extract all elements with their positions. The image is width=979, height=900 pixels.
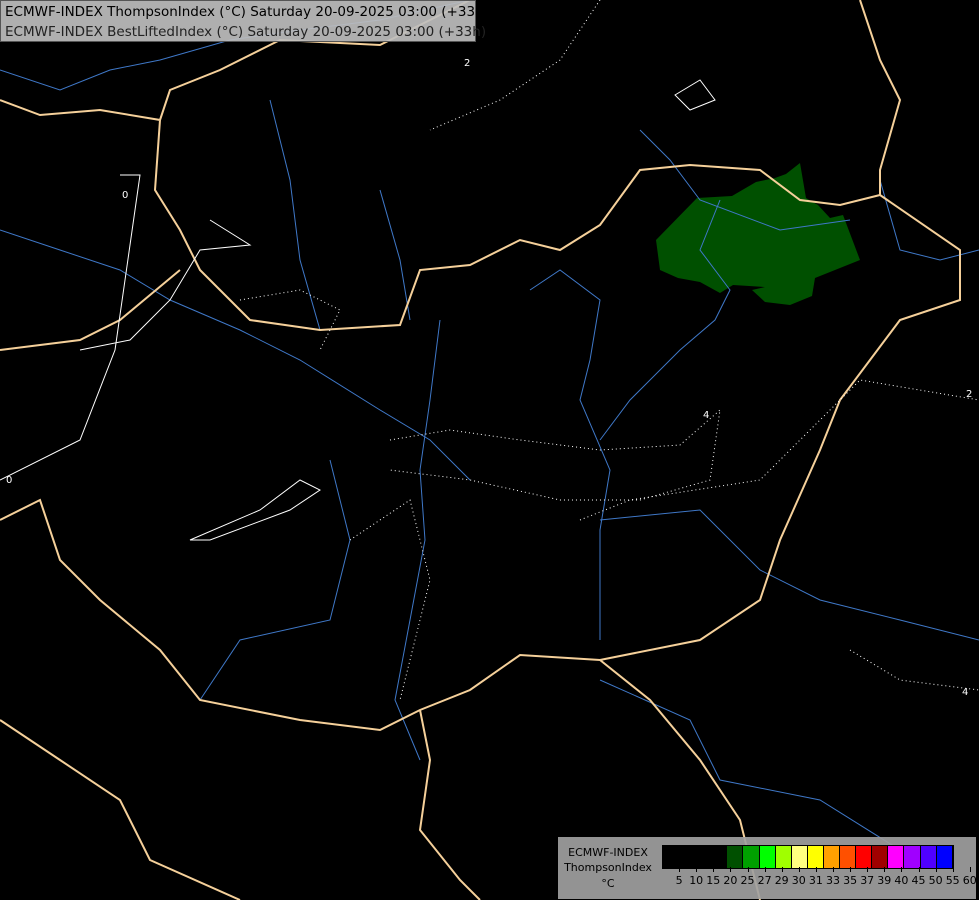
legend-model: ECMWF-INDEX [568,846,648,859]
legend-tick-label: 29 [774,874,789,887]
svg-text:0: 0 [6,475,12,486]
title-thompson-index: ECMWF-INDEX ThompsonIndex (°C) Saturday … [5,4,489,20]
legend-tick [850,867,852,872]
legend-tick-label: 40 [894,874,909,887]
svg-text:2: 2 [464,58,470,69]
legend-tick-label: 55 [945,874,960,887]
legend-tick [969,867,971,872]
legend-tick [918,867,920,872]
legend-tick-label: 33 [826,874,840,887]
weather-map: 0 0 2 2 4 4 [0,0,979,900]
legend-tick-label: 5 [675,874,683,887]
rivers [0,0,979,851]
legend-tick [901,867,903,872]
legend-swatch [807,846,824,868]
legend-tick [815,867,817,872]
map-title-box: ECMWF-INDEX ThompsonIndex (°C) Saturday … [0,0,489,42]
legend-color-bar [662,845,954,869]
legend-tick-label: 45 [911,874,926,887]
color-legend: ECMWF-INDEX ThompsonIndex °C 5 10 15 20 25 27… [558,837,977,899]
legend-tick [952,867,954,872]
legend-swatch [904,846,921,868]
legend-tick [781,867,783,872]
legend-tick [713,867,715,872]
legend-tick [798,867,800,872]
legend-tick-label: 20 [723,874,738,887]
legend-swatch [872,846,889,868]
legend-tick [730,867,732,872]
legend-swatch [775,846,792,868]
legend-swatch [743,846,760,868]
legend-tick-label: 37 [860,874,875,887]
legend-swatch [663,846,680,868]
legend-tick-label: 15 [706,874,721,887]
legend-swatch [695,846,712,868]
legend-swatch [791,846,808,868]
legend-swatch [888,846,905,868]
legend-tick [696,867,698,872]
legend-tick [935,867,937,872]
legend-swatch [936,846,953,868]
legend-tick [867,867,869,872]
legend-tick-label: 27 [757,874,772,887]
legend-swatch [727,846,744,868]
legend-tick-label: 30 [791,874,806,887]
legend-tick-label: 10 [689,874,704,887]
thompson-index-area [656,163,860,305]
legend-tick-label: 25 [740,874,755,887]
legend-swatch [679,846,696,868]
svg-text:2: 2 [966,389,972,400]
title-best-lifted-index: ECMWF-INDEX BestLiftedIndex (°C) Saturda… [5,24,487,40]
legend-tick-label: 50 [928,874,943,887]
legend-parameter: ThompsonIndex [564,861,652,874]
legend-tick [747,867,749,872]
legend-tick [679,867,681,872]
svg-text:4: 4 [703,410,709,421]
legend-tick-label: 35 [843,874,858,887]
legend-swatch [920,846,937,868]
legend-ticks: 5 10 15 20 25 27 29 30 31 33 35 37 39 40 45 50 55 60 [662,867,977,897]
legend-unit: °C [601,877,615,890]
legend-tick [884,867,886,872]
legend-tick [764,867,766,872]
lifted-index-contours [0,79,716,541]
legend-tick-label: 39 [877,874,892,887]
legend-tick-label: 60 [962,874,977,887]
svg-text:4: 4 [962,687,968,698]
legend-swatch [759,846,776,868]
country-borders [0,0,961,900]
legend-swatch [823,846,841,868]
legend-swatch [711,846,728,868]
legend-swatch [840,846,857,868]
legend-tick-label: 31 [808,874,823,887]
legend-swatch [856,846,873,868]
svg-text:0: 0 [122,190,128,201]
legend-tick [833,867,834,872]
thompson-contours [239,0,979,701]
